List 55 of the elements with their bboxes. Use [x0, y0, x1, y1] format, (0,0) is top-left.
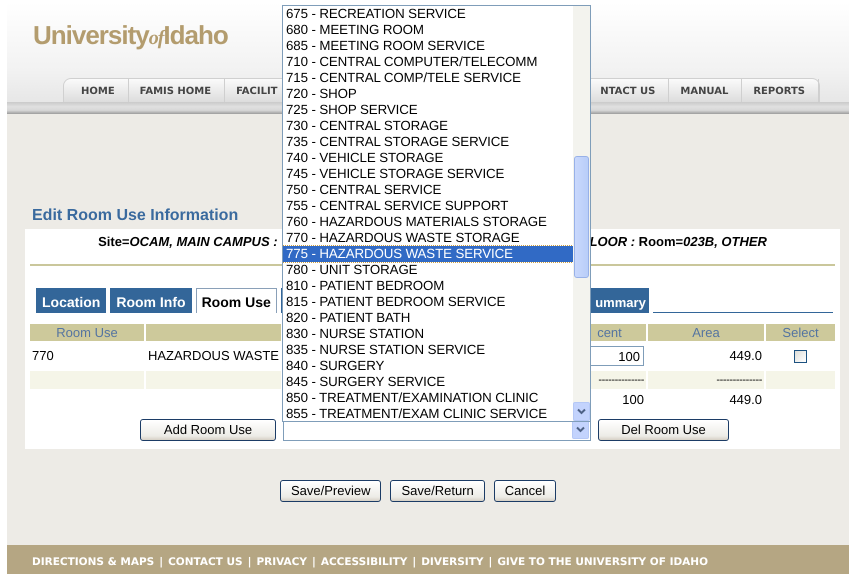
- dropdown-option[interactable]: 750 - CENTRAL SERVICE: [283, 182, 573, 198]
- tab[interactable]: Room Info: [110, 288, 192, 313]
- separator-text: |: [312, 556, 316, 568]
- location-text: Site=OCAM, MAIN CAMPUS :: [98, 234, 278, 250]
- dropdown-option[interactable]: 760 - HAZARDOUS MATERIALS STORAGE: [283, 214, 573, 230]
- dropdown-option[interactable]: 735 - CENTRAL STORAGE SERVICE: [283, 134, 573, 150]
- form-button[interactable]: Save/Preview: [280, 480, 382, 502]
- separator-text: |: [488, 556, 492, 568]
- dropdown-option[interactable]: 815 - PATIENT BEDROOM SERVICE: [283, 294, 573, 310]
- dropdown-option[interactable]: 830 - NURSE STATION: [283, 326, 573, 342]
- dropdown-option[interactable]: 835 - NURSE STATION SERVICE: [283, 342, 573, 358]
- form-button[interactable]: Cancel: [494, 480, 556, 502]
- table-cell: 449.0: [729, 392, 762, 408]
- separator-text: |: [159, 556, 164, 568]
- delete-room-use-button[interactable]: Del Room Use: [598, 418, 729, 440]
- dropdown-option[interactable]: 685 - MEETING ROOM SERVICE: [283, 38, 573, 54]
- table-cell: 449.0: [729, 348, 762, 364]
- dropdown-option[interactable]: 730 - CENTRAL STORAGE: [283, 118, 573, 134]
- dropdown-option[interactable]: 710 - CENTRAL COMPUTER/TELECOMM: [283, 54, 573, 70]
- tab[interactable]: Location: [36, 288, 106, 313]
- dropdown-option[interactable]: 810 - PATIENT BEDROOM: [283, 278, 573, 294]
- column-header: Select: [765, 324, 836, 341]
- site-logo: UniversityofIdaho: [33, 19, 228, 52]
- dropdown-option[interactable]: 820 - PATIENT BATH: [283, 310, 573, 326]
- table-cell: --------------: [598, 374, 644, 386]
- page-title: Edit Room Use Information: [32, 206, 238, 226]
- table-cell: --------------: [716, 374, 762, 386]
- dropdown-option[interactable]: 680 - MEETING ROOM: [283, 22, 573, 38]
- dropdown-option[interactable]: 755 - CENTRAL SERVICE SUPPORT: [283, 198, 573, 214]
- dropdown-option[interactable]: 855 - TREATMENT/EXAM CLINIC SERVICE: [283, 406, 573, 421]
- table-cell: HAZARDOUS WASTE: [148, 348, 279, 364]
- dropdown-option[interactable]: 840 - SURGERY: [283, 358, 573, 374]
- table-cell: 100: [622, 392, 644, 408]
- separator-text: |: [412, 556, 416, 568]
- dropdown-option[interactable]: 745 - VEHICLE STORAGE SERVICE: [283, 166, 573, 182]
- dropdown-option[interactable]: 850 - TREATMENT/EXAMINATION CLINIC: [283, 390, 573, 406]
- scrollbar-thumb[interactable]: [574, 156, 589, 278]
- separator-text: |: [248, 556, 252, 568]
- form-button[interactable]: Save/Return: [390, 480, 485, 502]
- dropdown-option[interactable]: 770 - HAZARDOUS WASTE STORAGE: [283, 230, 573, 246]
- dropdown-option[interactable]: 725 - SHOP SERVICE: [283, 102, 573, 118]
- location-text: LOOR : Room=023B, OTHER: [590, 234, 767, 250]
- dropdown-option[interactable]: 780 - UNIT STORAGE: [283, 262, 573, 278]
- column-header: Area: [647, 324, 765, 341]
- scrollbar[interactable]: [573, 6, 590, 421]
- tab[interactable]: Room Use: [196, 288, 277, 313]
- dropdown-option[interactable]: 845 - SURGERY SERVICE: [283, 374, 573, 390]
- scroll-down-icon[interactable]: [573, 402, 590, 421]
- add-room-use-button[interactable]: Add Room Use: [140, 418, 276, 440]
- dropdown-option[interactable]: 675 - RECREATION SERVICE: [283, 6, 573, 22]
- table-cell: 770: [32, 348, 54, 364]
- column-header: Room Use: [30, 324, 145, 341]
- dropdown-option[interactable]: 775 - HAZARDOUS WASTE SERVICE: [283, 246, 573, 262]
- select-checkbox[interactable]: [794, 350, 807, 364]
- dropdown-option[interactable]: 740 - VEHICLE STORAGE: [283, 150, 573, 166]
